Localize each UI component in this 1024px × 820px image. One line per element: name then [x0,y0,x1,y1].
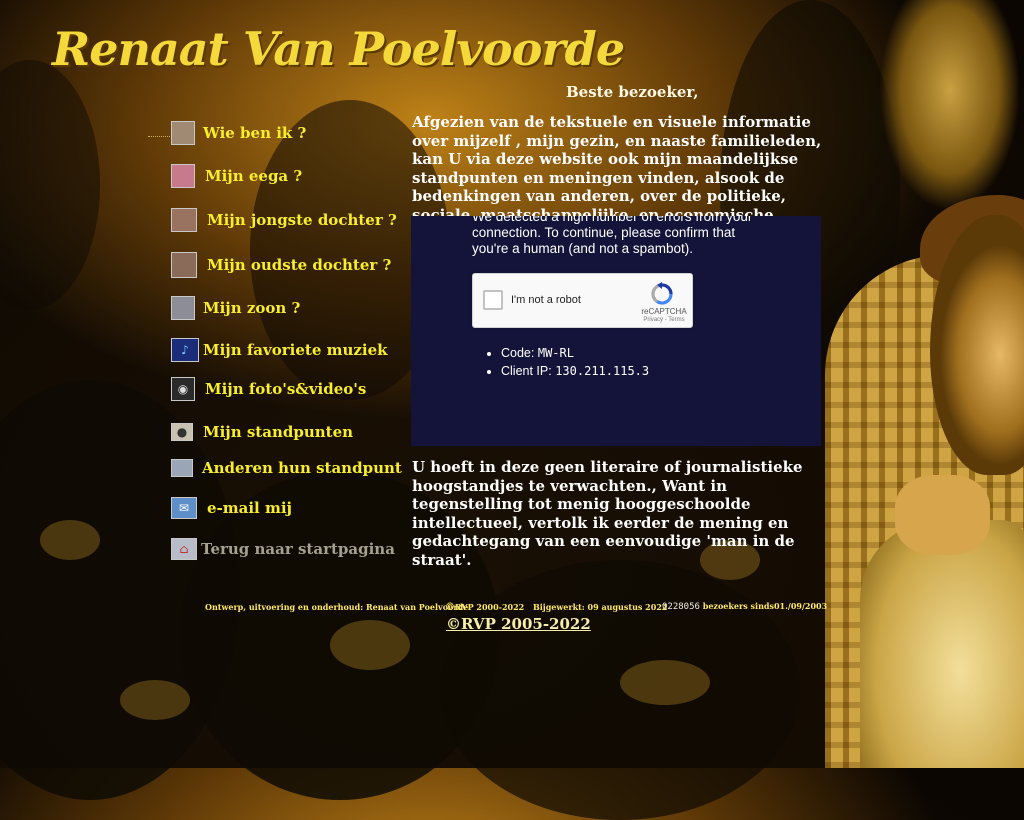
nav-item-favoriete-muziek[interactable]: ♪ Mijn favoriete muziek [171,338,388,362]
nav-item-label: Wie ben ik ? [203,124,307,142]
portrait-thumbnail-icon [171,296,195,320]
nav-item-mijn-eega[interactable]: Mijn eega ? [171,164,302,188]
nav-item-label: Mijn oudste dochter ? [207,256,392,274]
recaptcha-brand: reCAPTCHA [641,307,687,316]
camera-icon: ◉ [171,377,195,401]
nav-item-label: Mijn zoon ? [203,299,301,317]
nav-item-email[interactable]: ✉ e-mail mij [171,497,292,519]
captcha-message: We detected a high number of errors from… [472,216,753,256]
nav-item-label: Mijn jongste dochter ? [207,211,397,229]
outro-paragraph: U hoeft in deze geen literaire of journa… [412,458,803,569]
recaptcha-logo-icon [651,282,673,305]
captcha-code: Code: MW-RL [501,345,649,363]
captcha-overlay: We detected a high number of errors from… [411,216,821,446]
portrait-thumbnail-icon [171,164,195,188]
nav-item-label: Mijn favoriete muziek [203,341,388,359]
footer-copyright-small: ©RVP 2000-2022 [445,602,525,613]
portrait-thumbnail-icon [171,121,195,145]
nav-item-wie-ben-ik[interactable]: Wie ben ik ? [171,121,306,145]
stamp-icon: ● [171,423,193,441]
recaptcha-widget: I'm not a robot reCAPTCHA Privacy - Term… [472,273,693,328]
recaptcha-checkbox[interactable] [483,290,503,310]
portrait-thumbnail-icon [171,208,197,232]
nav-item-label: Terug naar startpagina [201,540,395,558]
nav-item-jongste-dochter[interactable]: Mijn jongste dochter ? [171,208,397,232]
greeting-heading: Beste bezoeker, [566,83,699,101]
nav-item-oudste-dochter[interactable]: Mijn oudste dochter ? [171,252,391,278]
captcha-details: Code: MW-RL Client IP: 130.211.115.3 [485,345,649,380]
nav-item-label: e-mail mij [207,499,292,517]
nav-item-mijn-standpunten[interactable]: ● Mijn standpunten [171,423,353,441]
footer-updated: Bijgewerkt: 09 augustus 2022 [533,602,668,612]
recaptcha-label: I'm not a robot [511,294,581,306]
visitor-counter: 0228056 bezoekers sinds01./09/2003 [662,601,828,612]
nav-item-label: Anderen hun standpunt [202,459,402,477]
music-icon: ♪ [171,338,199,362]
nav-item-mijn-zoon[interactable]: Mijn zoon ? [171,296,300,320]
divider [148,136,170,137]
captcha-client-ip: Client IP: 130.211.115.3 [501,363,649,381]
footer-credit: Ontwerp, uitvoering en onderhoud: Renaat… [205,602,469,612]
home-icon: ⌂ [171,538,197,560]
nav-item-startpagina[interactable]: ⌂ Terug naar startpagina [171,538,395,560]
nav-item-anderen-standpunt[interactable]: Anderen hun standpunt [171,459,402,477]
newspaper-icon [171,459,193,477]
nav-item-label: Mijn standpunten [203,423,354,441]
nav-item-label: Mijn eega ? [205,167,303,185]
nav-item-fotos-videos[interactable]: ◉ Mijn foto's&video's [171,377,366,401]
recaptcha-terms-link[interactable]: Privacy - Terms [639,317,689,323]
site-title: Renaat Van Poelvoorde [52,22,625,76]
nav-item-label: Mijn foto's&video's [205,380,367,398]
portrait-thumbnail-icon [171,252,197,278]
footer-copyright-link[interactable]: ©RVP 2005-2022 [446,615,591,633]
envelope-icon: ✉ [171,497,197,519]
